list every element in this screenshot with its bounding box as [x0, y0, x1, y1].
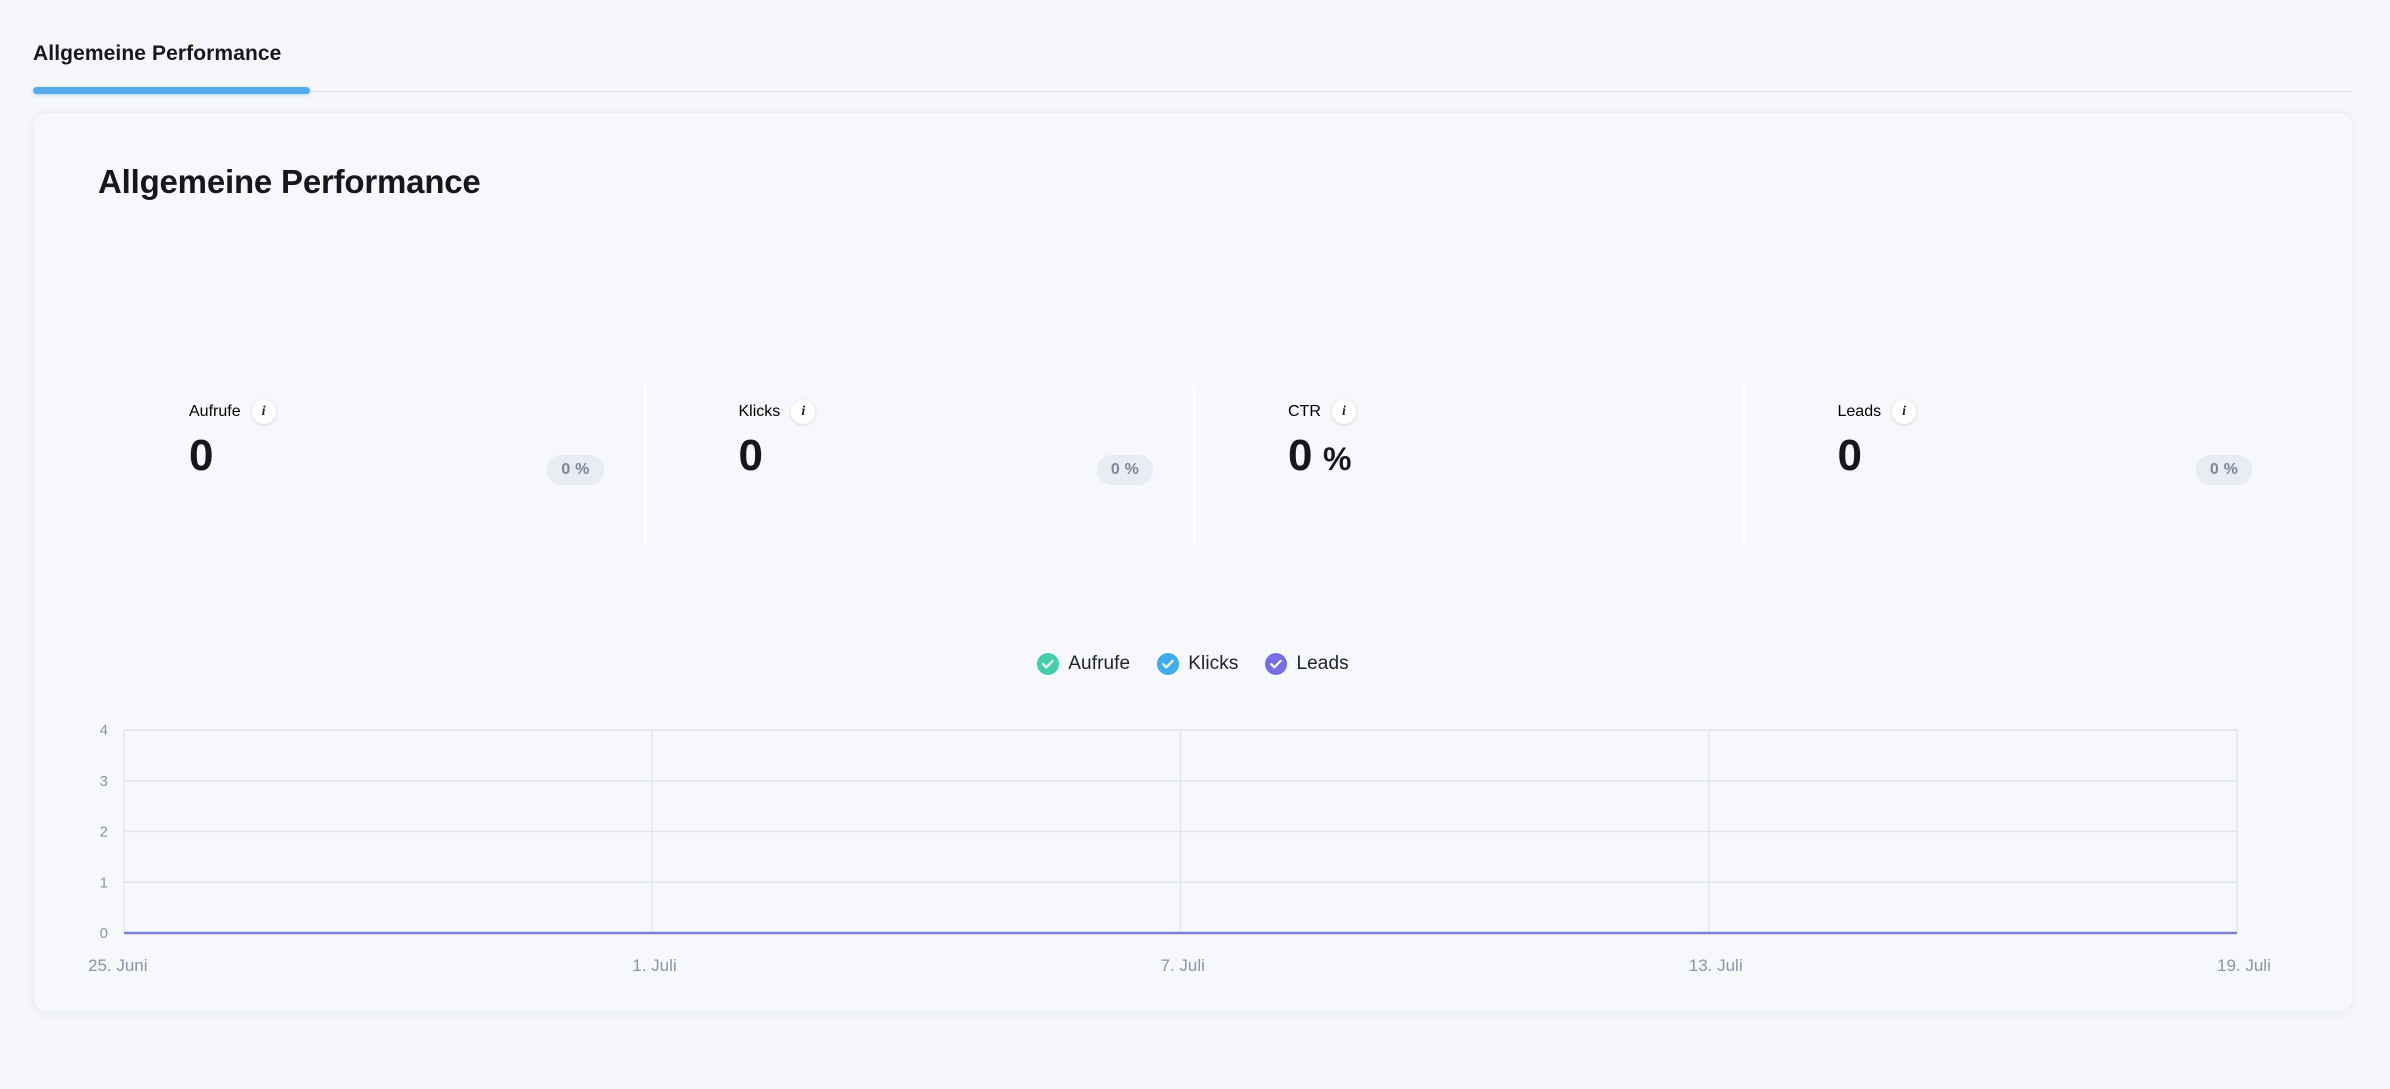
- legend-item-klicks[interactable]: Klicks: [1157, 653, 1238, 675]
- legend-label: Leads: [1296, 653, 1348, 675]
- y-axis-tick-label: 1: [100, 874, 108, 891]
- tab-bar: Allgemeine Performance: [0, 0, 2390, 100]
- legend-label: Klicks: [1188, 653, 1238, 675]
- tab-allgemeine-performance[interactable]: Allgemeine Performance: [33, 42, 281, 66]
- kpi-tile-aufrufe: Aufrufe i 0 0 %: [94, 378, 644, 543]
- y-axis-tick-label: 3: [100, 773, 108, 790]
- kpi-body: 0: [739, 434, 1154, 478]
- kpi-value: 0: [739, 434, 763, 478]
- check-icon[interactable]: [1265, 653, 1287, 675]
- tab-underline-track: [33, 91, 2352, 92]
- kpi-value-number: 0: [1288, 434, 1312, 478]
- kpi-header: Leads i: [1838, 398, 2253, 426]
- chart-legend: Aufrufe Klicks Leads: [34, 653, 2352, 675]
- kpi-header: Klicks i: [739, 398, 1154, 426]
- x-axis-tick-label: 25. Juni: [88, 956, 148, 975]
- y-axis-tick-label: 2: [100, 824, 108, 841]
- kpi-tile-leads: Leads i 0 0 %: [1743, 378, 2293, 543]
- kpi-delta-badge: 0 %: [1097, 455, 1153, 485]
- kpi-delta-badge: 0 %: [2196, 455, 2252, 485]
- kpi-value: 0: [1838, 434, 1862, 478]
- check-icon[interactable]: [1037, 653, 1059, 675]
- kpi-body: 0: [189, 434, 604, 478]
- kpi-label: Aufrufe: [189, 403, 241, 421]
- kpi-value: 0: [189, 434, 213, 478]
- check-icon[interactable]: [1157, 653, 1179, 675]
- kpi-header: Aufrufe i: [189, 398, 604, 426]
- legend-item-leads[interactable]: Leads: [1265, 653, 1348, 675]
- info-icon[interactable]: i: [252, 400, 276, 424]
- x-axis-ticks: 25. Juni 1. Juli 7. Juli 13. Juli 19. Juli: [88, 956, 2271, 975]
- x-axis-tick-label: 7. Juli: [1161, 956, 1205, 975]
- kpi-body: 0: [1838, 434, 2253, 478]
- info-icon[interactable]: i: [1332, 400, 1356, 424]
- info-icon[interactable]: i: [1892, 400, 1916, 424]
- kpi-row: Aufrufe i 0 0 % Klicks i 0 0 % CTR i: [94, 378, 2292, 543]
- kpi-value-unit: %: [1323, 443, 1351, 475]
- legend-item-aufrufe[interactable]: Aufrufe: [1037, 653, 1130, 675]
- performance-card: Allgemeine Performance Aufrufe i 0 0 % K…: [33, 112, 2353, 1012]
- tab-active-indicator: [33, 87, 310, 94]
- x-axis-tick-label: 13. Juli: [1689, 956, 1743, 975]
- y-axis-ticks: 0 1 2 3 4: [100, 722, 108, 942]
- kpi-header: CTR i: [1288, 398, 1703, 426]
- kpi-label: CTR: [1288, 403, 1321, 421]
- info-icon[interactable]: i: [791, 400, 815, 424]
- legend-label: Aufrufe: [1068, 653, 1130, 675]
- kpi-label: Klicks: [739, 403, 781, 421]
- kpi-body: 0%: [1288, 434, 1703, 478]
- kpi-value: 0%: [1288, 434, 1351, 478]
- kpi-tile-ctr: CTR i 0%: [1193, 378, 1743, 543]
- x-axis-tick-label: 1. Juli: [632, 956, 676, 975]
- performance-line-chart[interactable]: 01234 25. Juni1. Juli7. Juli13. Juli19. …: [62, 718, 2342, 968]
- y-axis-tick-label: 0: [100, 925, 108, 942]
- kpi-tile-klicks: Klicks i 0 0 %: [644, 378, 1194, 543]
- kpi-label: Leads: [1838, 403, 1882, 421]
- page-title: Allgemeine Performance: [98, 163, 481, 201]
- x-axis-tick-label: 19. Juli: [2217, 956, 2271, 975]
- y-axis-tick-label: 4: [100, 722, 108, 739]
- kpi-delta-badge: 0 %: [547, 455, 603, 485]
